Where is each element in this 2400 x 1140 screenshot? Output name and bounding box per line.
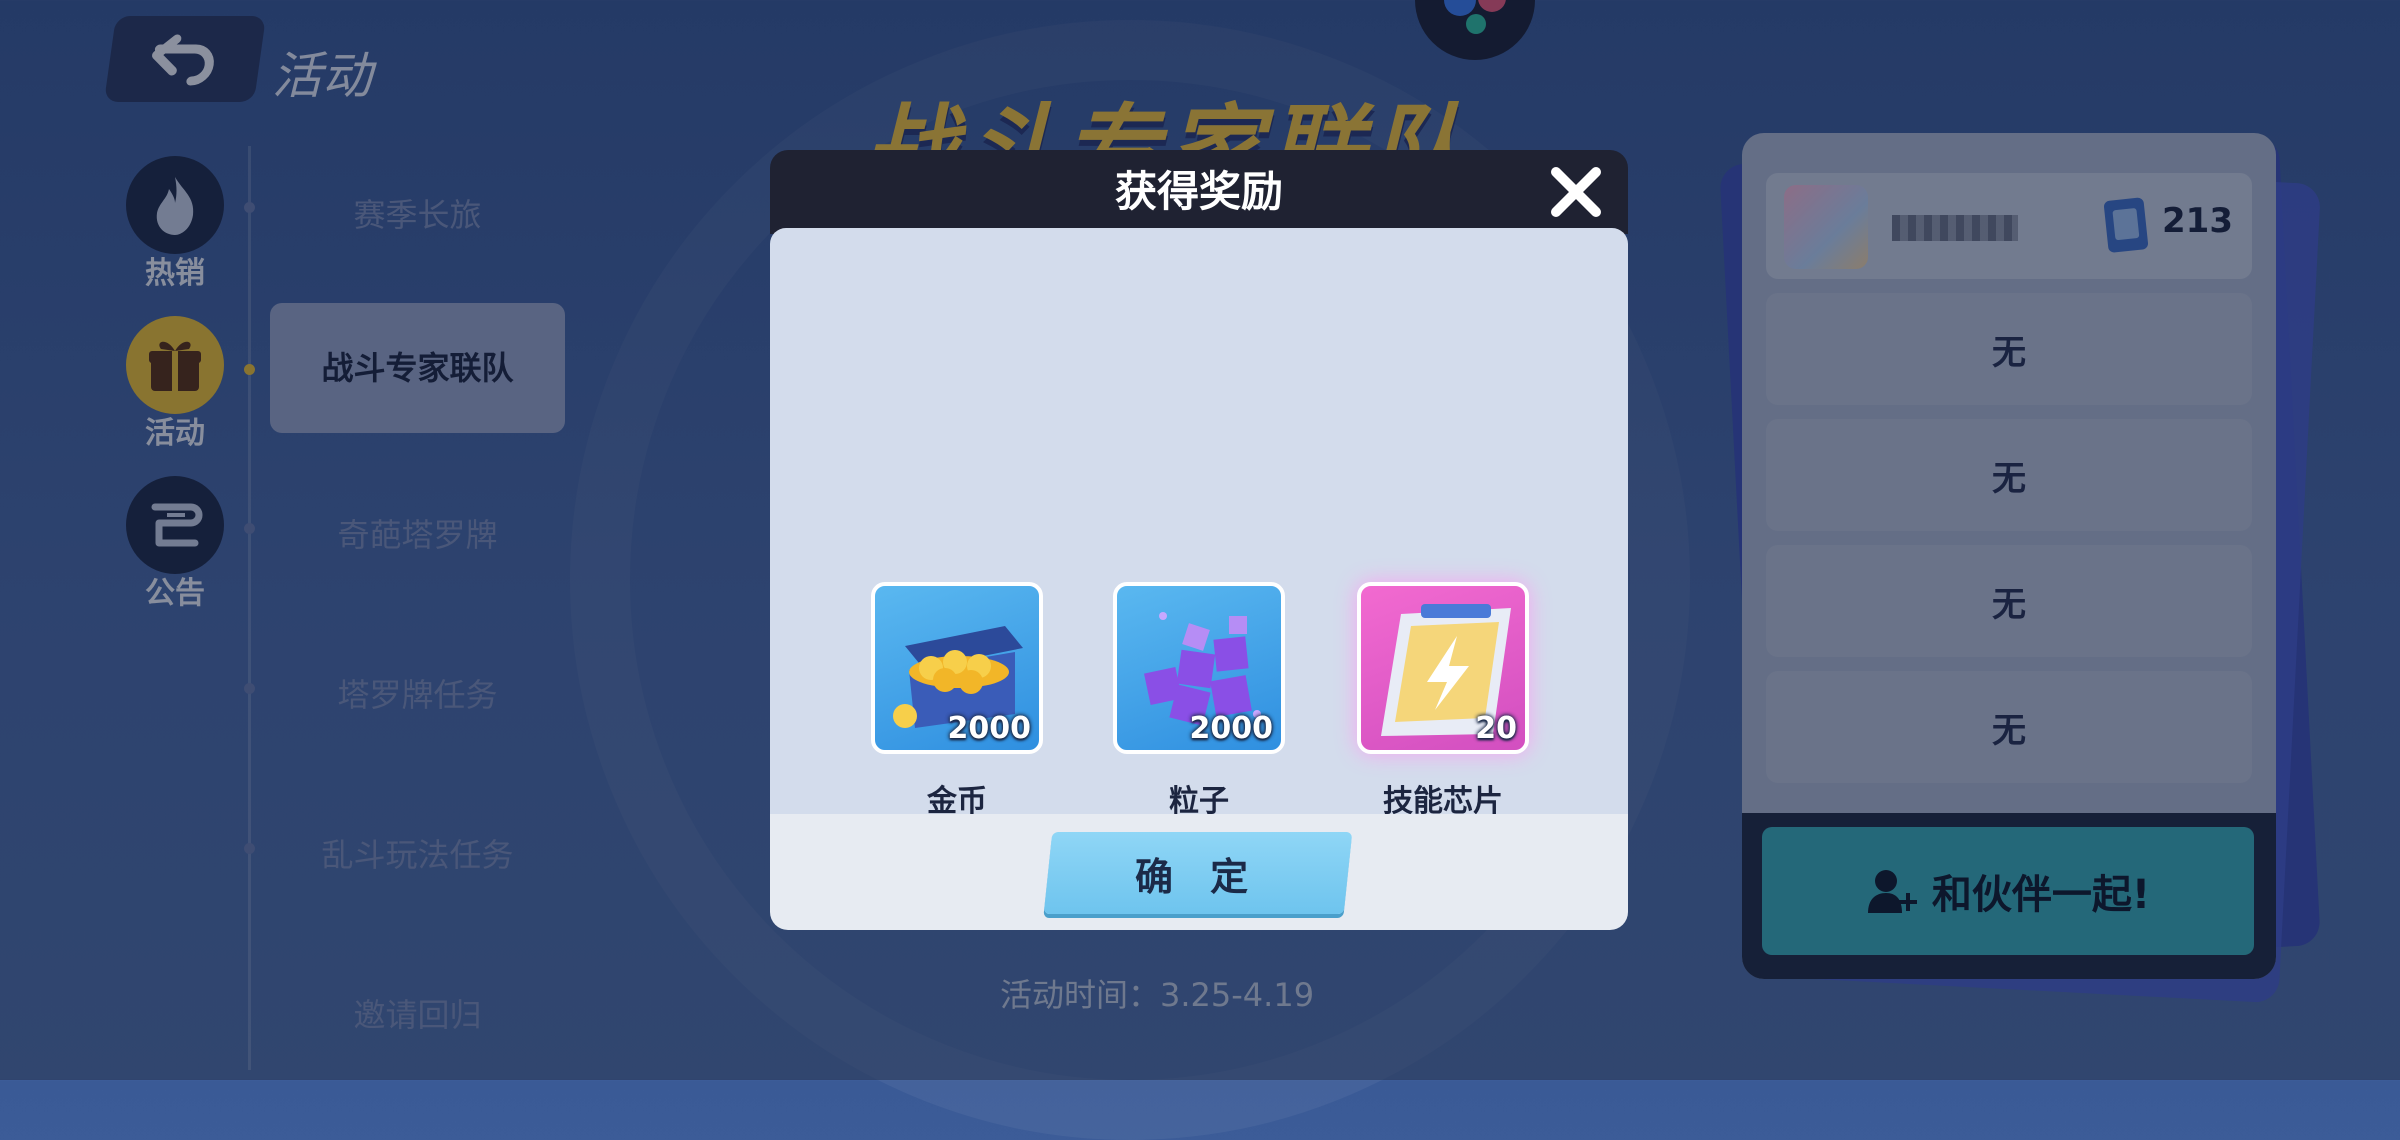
- reward-card: 2000: [1113, 582, 1285, 754]
- reward-quantity: 2000: [1189, 711, 1274, 746]
- dialog-footer: 确 定: [770, 814, 1628, 930]
- close-icon[interactable]: [1546, 162, 1606, 222]
- dialog-body: 2000 金币 2000 粒子 20 技能芯片: [770, 228, 1628, 819]
- reward-item[interactable]: 20 技能芯片: [1354, 582, 1532, 820]
- dialog-title: 获得奖励: [1114, 167, 1283, 216]
- reward-quantity: 2000: [947, 711, 1032, 746]
- reward-quantity: 20: [1475, 711, 1517, 746]
- reward-card: 20: [1357, 582, 1529, 754]
- reward-card: 2000: [871, 582, 1043, 754]
- reward-item[interactable]: 2000 粒子: [1110, 582, 1288, 820]
- dialog-header: 获得奖励: [770, 150, 1628, 234]
- confirm-label: 确 定: [1135, 854, 1261, 899]
- confirm-button[interactable]: 确 定: [1043, 832, 1353, 914]
- reward-item[interactable]: 2000 金币: [868, 582, 1046, 820]
- reward-dialog: 获得奖励 2000 金币 2000 粒子 20 技能芯片 确 定: [770, 150, 1628, 930]
